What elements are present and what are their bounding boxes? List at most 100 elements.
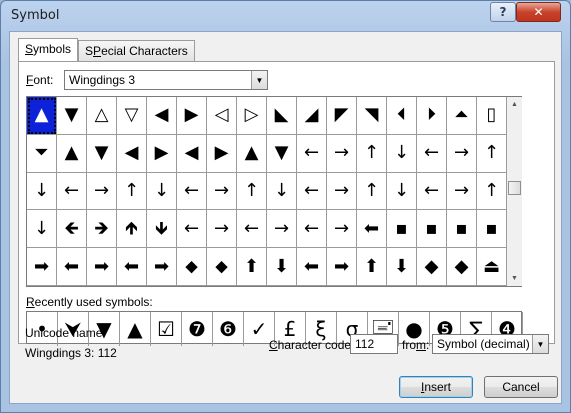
- symbol-cell[interactable]: ⬇: [387, 248, 417, 286]
- symbol-cell[interactable]: ←: [297, 134, 327, 173]
- recent-symbol-cell[interactable]: ☑: [151, 312, 182, 346]
- recent-symbol-cell[interactable]: ▲: [120, 312, 151, 346]
- symbol-cell[interactable]: ▲: [57, 134, 87, 173]
- symbol-cell[interactable]: 🡸: [57, 210, 87, 249]
- symbol-cell[interactable]: →: [447, 134, 477, 173]
- symbol-cell[interactable]: ⬥: [207, 248, 237, 286]
- recent-symbol-cell[interactable]: ❼: [182, 312, 213, 346]
- tab-special-characters[interactable]: SPecial Characters: [78, 40, 195, 61]
- symbol-cell[interactable]: ⬅: [297, 248, 327, 286]
- symbol-cell[interactable]: ▪: [387, 210, 417, 249]
- chevron-down-icon[interactable]: ▼: [251, 71, 267, 89]
- symbol-cell[interactable]: ⏷: [27, 134, 57, 173]
- symbol-cell[interactable]: ↑: [477, 134, 507, 173]
- symbol-cell[interactable]: ▷: [237, 97, 267, 135]
- symbol-cell[interactable]: ▶: [207, 134, 237, 173]
- symbols-panel: Font: Wingdings 3 ▼ ▲ ▼ △ ▽ ◀ ▶ ◁ ▷ ◣ ◢ ◤ ◥ ⏴ ⏵ ⏶ ▯ ⏷ ▲ ▼ ◀…: [18, 61, 555, 346]
- symbol-cell[interactable]: ⬆: [237, 248, 267, 286]
- recent-symbol-cell[interactable]: ❻: [213, 312, 244, 346]
- symbol-cell[interactable]: ↑: [477, 172, 507, 211]
- symbol-cell[interactable]: ←: [297, 210, 327, 249]
- symbol-cell[interactable]: ↓: [147, 172, 177, 211]
- symbol-cell[interactable]: ↓: [267, 172, 297, 211]
- symbol-cell[interactable]: ↑: [237, 172, 267, 211]
- symbol-cell[interactable]: →: [207, 172, 237, 211]
- symbol-cell[interactable]: ↓: [27, 210, 57, 249]
- symbol-cell[interactable]: ↑: [357, 134, 387, 173]
- symbol-cell[interactable]: ◥: [357, 97, 387, 135]
- symbol-cell[interactable]: 🡺: [87, 210, 117, 249]
- help-button[interactable]: ?: [490, 2, 516, 22]
- tab-symbols[interactable]: Symbols: [18, 38, 79, 61]
- symbol-cell[interactable]: ➡: [147, 248, 177, 286]
- symbol-cell[interactable]: ←: [57, 172, 87, 211]
- symbol-cell[interactable]: ←: [297, 172, 327, 211]
- symbol-cell[interactable]: ⏶: [447, 97, 477, 135]
- symbol-cell[interactable]: ◆: [417, 248, 447, 286]
- symbol-cell[interactable]: →: [267, 210, 297, 249]
- symbol-cell[interactable]: ↓: [387, 134, 417, 173]
- cancel-button[interactable]: Cancel: [484, 376, 558, 398]
- symbol-cell[interactable]: ↓: [387, 172, 417, 211]
- symbol-cell[interactable]: ▯: [477, 97, 507, 135]
- symbol-cell[interactable]: 🡹: [117, 210, 147, 249]
- symbol-cell[interactable]: ↓: [27, 172, 57, 211]
- symbol-cell[interactable]: ◣: [267, 97, 297, 135]
- symbol-cell[interactable]: →: [447, 172, 477, 211]
- symbol-cell[interactable]: ◤: [327, 97, 357, 135]
- symbol-cell[interactable]: ⬥: [177, 248, 207, 286]
- symbol-cell[interactable]: →: [327, 210, 357, 249]
- symbol-cell[interactable]: ⬆: [357, 248, 387, 286]
- symbol-cell[interactable]: ▶: [147, 134, 177, 173]
- symbol-cell[interactable]: →: [207, 210, 237, 249]
- close-button[interactable]: ✕: [516, 2, 561, 22]
- symbol-cell[interactable]: ◆: [447, 248, 477, 286]
- symbol-cell[interactable]: ◀: [147, 97, 177, 135]
- from-dropdown[interactable]: Symbol (decimal) ▼: [432, 334, 549, 354]
- symbol-cell[interactable]: ⬅: [117, 248, 147, 286]
- symbol-cell[interactable]: ▪: [477, 210, 507, 249]
- symbol-cell[interactable]: ➡: [87, 248, 117, 286]
- font-dropdown[interactable]: Wingdings 3 ▼: [64, 70, 268, 90]
- symbol-cell[interactable]: ▼: [57, 97, 87, 135]
- symbol-cell[interactable]: ⬅: [357, 210, 387, 249]
- symbol-cell[interactable]: ←: [177, 172, 207, 211]
- chevron-down-icon[interactable]: ▼: [532, 335, 548, 353]
- symbol-cell[interactable]: ⏵: [417, 97, 447, 135]
- symbol-cell[interactable]: ➡: [27, 248, 57, 286]
- grid-scrollbar[interactable]: ▲ ▼: [507, 97, 522, 286]
- symbol-cell[interactable]: ▲: [27, 97, 57, 135]
- symbol-cell[interactable]: 🡻: [147, 210, 177, 249]
- scroll-thumb[interactable]: [508, 181, 521, 195]
- symbol-cell[interactable]: ↑: [117, 172, 147, 211]
- symbol-cell[interactable]: ▼: [87, 134, 117, 173]
- scroll-down-icon[interactable]: ▼: [507, 271, 522, 286]
- insert-button[interactable]: Insert: [399, 376, 473, 398]
- symbol-cell[interactable]: ▪: [447, 210, 477, 249]
- symbol-cell[interactable]: ↑: [357, 172, 387, 211]
- symbol-cell[interactable]: ▶: [177, 97, 207, 135]
- symbol-cell[interactable]: ◁: [207, 97, 237, 135]
- scroll-up-icon[interactable]: ▲: [507, 97, 522, 112]
- symbol-cell[interactable]: →: [87, 172, 117, 211]
- symbol-cell[interactable]: ⏴: [387, 97, 417, 135]
- character-code-input[interactable]: 112: [350, 334, 398, 354]
- symbol-cell[interactable]: ➡: [327, 248, 357, 286]
- symbol-cell[interactable]: ←: [237, 210, 267, 249]
- symbol-cell[interactable]: ◀: [177, 134, 207, 173]
- symbol-cell[interactable]: ←: [417, 172, 447, 211]
- symbol-cell[interactable]: ←: [417, 134, 447, 173]
- symbol-cell[interactable]: ←: [177, 210, 207, 249]
- symbol-cell[interactable]: △: [87, 97, 117, 135]
- symbol-cell[interactable]: ⏏: [477, 248, 507, 286]
- symbol-cell[interactable]: ⬇: [267, 248, 297, 286]
- symbol-cell[interactable]: ▪: [417, 210, 447, 249]
- symbol-cell[interactable]: ◢: [297, 97, 327, 135]
- symbol-cell[interactable]: ▲: [237, 134, 267, 173]
- symbol-cell[interactable]: →: [327, 172, 357, 211]
- symbol-cell[interactable]: ◀: [117, 134, 147, 173]
- symbol-cell[interactable]: ▽: [117, 97, 147, 135]
- symbol-cell[interactable]: ▼: [267, 134, 297, 173]
- symbol-cell[interactable]: →: [327, 134, 357, 173]
- symbol-cell[interactable]: ⬅: [57, 248, 87, 286]
